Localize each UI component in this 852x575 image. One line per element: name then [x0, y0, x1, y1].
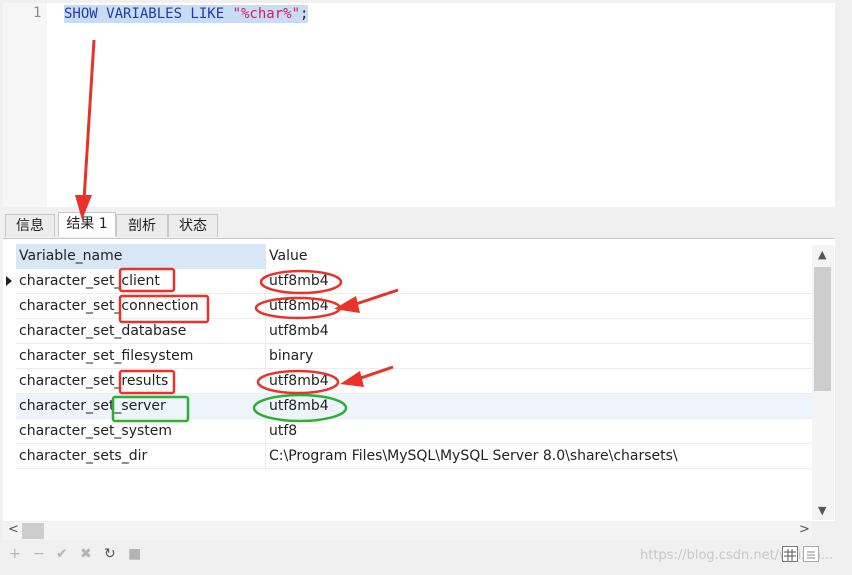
- cell-variable-name[interactable]: character_set_connection: [16, 294, 265, 319]
- line-number: 1: [33, 5, 42, 21]
- sql-editor[interactable]: 1 SHOW VARIABLES LIKE "%char%";: [3, 3, 835, 207]
- scroll-right-icon[interactable]: >: [799, 522, 810, 537]
- cell-variable-name[interactable]: character_set_database: [16, 319, 265, 344]
- scroll-down-icon[interactable]: ▼: [818, 504, 826, 517]
- column-header-value[interactable]: Value: [265, 244, 810, 269]
- grid-view-icon[interactable]: [782, 546, 798, 562]
- column-header-variable-name[interactable]: Variable_name: [16, 244, 265, 269]
- table-row[interactable]: character_set_filesystem binary: [16, 344, 812, 369]
- vertical-scroll-thumb[interactable]: [814, 267, 831, 391]
- cell-value[interactable]: binary: [265, 344, 814, 369]
- table-row[interactable]: character_set_database utf8mb4: [16, 319, 812, 344]
- sql-query-line[interactable]: SHOW VARIABLES LIKE "%char%";: [64, 5, 309, 23]
- stop-icon[interactable]: ■: [128, 546, 141, 562]
- result-tabs: 信息 结果 1 剖析 状态: [3, 211, 835, 239]
- discard-changes-icon[interactable]: ✖: [80, 546, 92, 562]
- add-row-icon[interactable]: +: [9, 546, 21, 562]
- table-row[interactable]: character_set_results utf8mb4: [16, 369, 812, 394]
- cell-value[interactable]: utf8: [265, 419, 814, 444]
- horizontal-scroll-thumb[interactable]: [22, 523, 44, 539]
- table-row[interactable]: character_set_system utf8: [16, 419, 812, 444]
- table-row[interactable]: character_sets_dir C:\Program Files\MySQ…: [16, 444, 812, 469]
- cell-variable-name[interactable]: character_set_client: [16, 269, 265, 294]
- scroll-up-icon[interactable]: ▲: [818, 248, 826, 261]
- table-row[interactable]: character_set_client utf8mb4: [16, 269, 812, 294]
- tab-profile[interactable]: 剖析: [116, 214, 168, 237]
- line-gutter: 1: [3, 3, 47, 207]
- cell-variable-name[interactable]: character_set_results: [16, 369, 265, 394]
- cell-value[interactable]: C:\Program Files\MySQL\MySQL Server 8.0\…: [265, 444, 814, 469]
- cell-variable-name[interactable]: character_set_filesystem: [16, 344, 265, 369]
- cell-variable-name[interactable]: character_set_server: [16, 394, 265, 419]
- sql-terminator: ;: [300, 6, 309, 22]
- form-view-icon[interactable]: [803, 546, 819, 562]
- row-indicator-icon: [6, 276, 12, 286]
- scroll-left-icon[interactable]: <: [8, 522, 19, 537]
- cell-value[interactable]: utf8mb4: [265, 294, 814, 319]
- result-grid: Variable_name Value character_set_client…: [3, 239, 835, 521]
- cell-value[interactable]: utf8mb4: [265, 394, 814, 419]
- sql-keywords: SHOW VARIABLES LIKE: [64, 6, 233, 22]
- table-row[interactable]: character_set_connection utf8mb4: [16, 294, 812, 319]
- cell-variable-name[interactable]: character_set_system: [16, 419, 265, 444]
- sql-string-literal: "%char%": [232, 6, 301, 22]
- tab-result-1[interactable]: 结果 1: [58, 212, 116, 237]
- cell-value[interactable]: utf8mb4: [265, 369, 814, 394]
- delete-row-icon[interactable]: −: [33, 546, 45, 562]
- tab-status[interactable]: 状态: [168, 214, 218, 237]
- vertical-scrollbar[interactable]: ▲ ▼: [812, 245, 834, 520]
- horizontal-scrollbar[interactable]: < >: [3, 522, 812, 540]
- apply-changes-icon[interactable]: ✔: [56, 546, 68, 562]
- cell-value[interactable]: utf8mb4: [265, 269, 814, 294]
- cell-variable-name[interactable]: character_sets_dir: [16, 444, 265, 469]
- cell-value[interactable]: utf8mb4: [265, 319, 814, 344]
- tab-info[interactable]: 信息: [5, 214, 55, 237]
- refresh-icon[interactable]: ↻: [104, 546, 116, 562]
- table-row[interactable]: character_set_server utf8mb4: [16, 394, 812, 419]
